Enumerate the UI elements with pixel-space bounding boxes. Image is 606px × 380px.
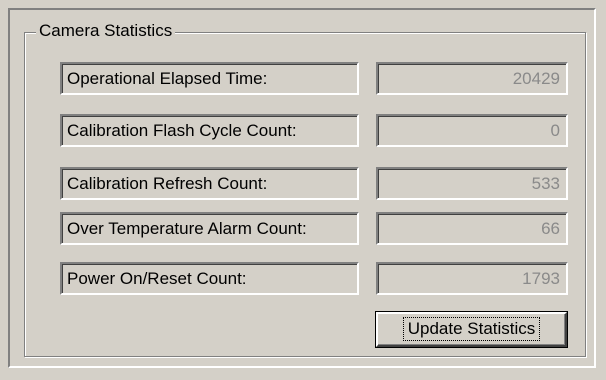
operational-elapsed-time-value: 20429 (376, 62, 568, 95)
calibration-flash-cycle-count-label: Calibration Flash Cycle Count: (60, 114, 359, 147)
update-statistics-button-label: Update Statistics (402, 317, 541, 341)
over-temperature-alarm-count-value: 66 (376, 212, 568, 245)
power-on-reset-count-label: Power On/Reset Count: (60, 262, 359, 295)
calibration-refresh-count-label: Calibration Refresh Count: (60, 167, 359, 200)
update-statistics-button[interactable]: Update Statistics (376, 312, 567, 347)
over-temperature-alarm-count-label: Over Temperature Alarm Count: (60, 212, 359, 245)
camera-statistics-panel: Camera Statistics Operational Elapsed Ti… (0, 0, 606, 380)
calibration-refresh-count-value: 533 (376, 167, 568, 200)
calibration-flash-cycle-count-value: 0 (376, 114, 568, 147)
power-on-reset-count-value: 1793 (376, 262, 568, 295)
operational-elapsed-time-label: Operational Elapsed Time: (60, 62, 359, 95)
groupbox-title: Camera Statistics (36, 20, 176, 42)
